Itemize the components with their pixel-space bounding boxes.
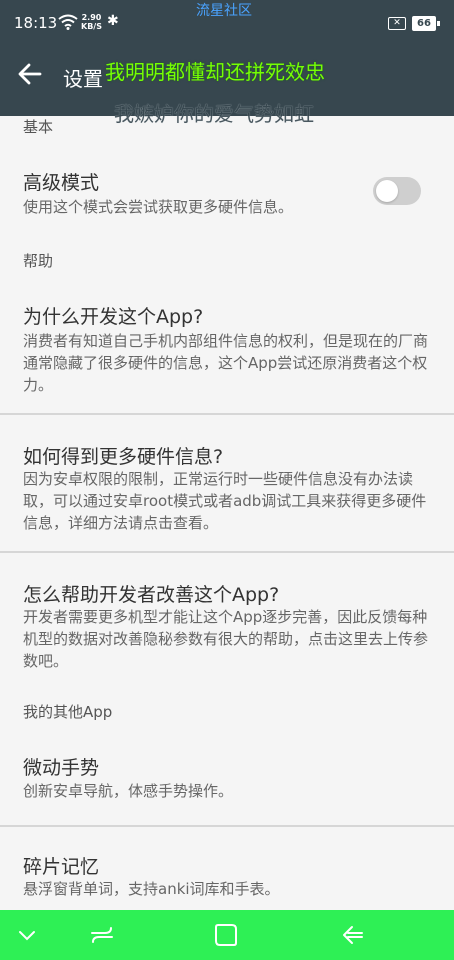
status-time: 18:13: [14, 14, 58, 32]
setting-title: 高级模式: [23, 172, 100, 194]
section-header-other-apps: 我的其他App: [23, 703, 113, 721]
divider: [0, 413, 454, 415]
setting-title: 怎么帮助开发者改善这个App?: [23, 584, 280, 606]
page-title: 设置: [63, 67, 103, 91]
divider: [0, 825, 454, 827]
overlay-lyric-line1: 我明明都懂却还拼死效忠: [105, 60, 325, 84]
settings-list: 基本 高级模式 使用这个模式会尝试获取更多硬件信息。 帮助 为什么开发这个App…: [0, 116, 454, 910]
home-icon[interactable]: [211, 920, 241, 950]
toggle-knob: [376, 180, 398, 202]
net-speed-value: 2.90: [81, 13, 102, 22]
setting-title: 碎片记忆: [23, 856, 100, 878]
back-icon[interactable]: [338, 920, 368, 950]
section-header-basic: 基本: [23, 118, 54, 136]
recent-apps-icon[interactable]: [87, 920, 117, 950]
battery-icon: 66: [412, 16, 440, 31]
status-bar: 18:13 2.90 KB/S ✱ 流星社区 ✕ 66: [0, 0, 454, 46]
setting-title: 为什么开发这个App?: [23, 306, 204, 328]
overlay-lyric-line2: 我嫉妒你的爱气势如虹: [114, 102, 314, 126]
chevron-down-icon[interactable]: [12, 920, 42, 950]
navigation-bar: [0, 910, 454, 960]
watermark-label: 流星社区: [196, 3, 252, 19]
setting-title: 微动手势: [23, 757, 100, 779]
advanced-mode-toggle[interactable]: [373, 177, 421, 205]
setting-desc: 消费者有知道自己手机内部组件信息的权利，但是现在的厂商通常隐藏了很多硬件的信息，…: [23, 332, 429, 394]
net-speed-unit: KB/S: [81, 22, 102, 31]
sim-icon: ✕: [388, 17, 406, 30]
setting-desc: 创新安卓导航，体感手势操作。: [23, 782, 234, 800]
net-speed: 2.90 KB/S: [81, 13, 102, 31]
wifi-icon: [58, 14, 78, 30]
bluetooth-icon: ✱: [107, 13, 119, 29]
back-arrow-icon[interactable]: [16, 60, 44, 88]
setting-title: 如何得到更多硬件信息?: [23, 446, 224, 468]
setting-desc: 使用这个模式会尝试获取更多硬件信息。: [23, 198, 294, 216]
divider: [0, 551, 454, 553]
setting-desc: 开发者需要更多机型才能让这个App逐步完善，因此反馈每种机型的数据对改善隐秘参数…: [23, 608, 429, 670]
section-header-help: 帮助: [23, 252, 54, 270]
setting-desc: 悬浮窗背单词，支持anki词库和手表。: [23, 880, 280, 898]
setting-desc: 因为安卓权限的限制，正常运行时一些硬件信息没有办法读取，可以通过安卓root模式…: [23, 470, 427, 532]
